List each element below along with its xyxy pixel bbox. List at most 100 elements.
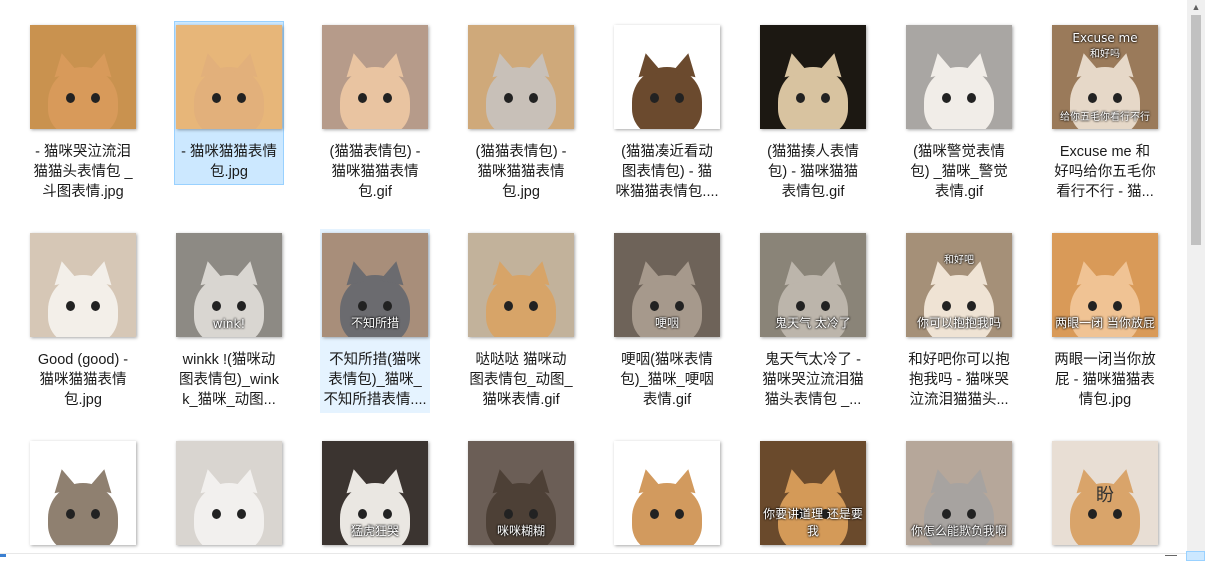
image-thumbnail bbox=[906, 25, 1012, 129]
file-item[interactable]: (猫咪警觉表情包) _猫咪_警觉表情.gif bbox=[904, 21, 1014, 205]
image-thumbnail: 你要讲道理 还是要我 bbox=[760, 441, 866, 545]
file-item[interactable]: 哽咽哽咽(猫咪表情包)_猫咪_哽咽表情.gif bbox=[612, 229, 722, 413]
thumbnail-caption: 猛虎狂哭 bbox=[350, 524, 399, 538]
thumbnail-frame bbox=[759, 22, 867, 132]
thumbnail-caption: wink! bbox=[212, 317, 246, 331]
thumbnail-frame: 盼 bbox=[1051, 438, 1159, 548]
status-indicator bbox=[0, 554, 6, 557]
cat-picture bbox=[632, 67, 702, 129]
scrollbar-thumb[interactable] bbox=[1191, 15, 1201, 245]
image-thumbnail bbox=[322, 25, 428, 129]
thumbnail-frame bbox=[175, 22, 283, 132]
cat-picture bbox=[924, 67, 994, 129]
file-name: - 猫咪哭泣流泪猫猫头表情包 _斗图表情.jpg bbox=[33, 144, 133, 200]
file-item[interactable]: 两眼一闭 当你放屁 两眼一闭当你放屁 - 猫咪猫猫表情包.jpg bbox=[1050, 229, 1160, 413]
file-name: (猫猫表情包) - 猫咪猫猫表情包.gif bbox=[329, 144, 421, 200]
image-thumbnail: 猛虎狂哭 bbox=[322, 441, 428, 545]
large-icons-view-icon[interactable] bbox=[1186, 551, 1205, 561]
image-thumbnail bbox=[468, 25, 574, 129]
file-name: (猫咪警觉表情包) _猫咪_警觉表情.gif bbox=[910, 144, 1008, 200]
file-list-view[interactable]: - 猫咪哭泣流泪猫猫头表情包 _斗图表情.jpg - 猫咪猫猫表情包.jpg (猫猫… bbox=[0, 0, 1187, 561]
thumbnail-frame: 你怎么能欺负我啊 bbox=[905, 438, 1013, 548]
file-item[interactable]: 鬼天气 太冷了 鬼天气太冷了 - 猫咪哭泣流泪猫猫头表情包 _... bbox=[758, 229, 868, 413]
file-item[interactable]: Good (good) - 猫咪猫猫表情包.jpg bbox=[28, 229, 138, 413]
thumbnail-frame: 你可以抱抱我吗 和好吧 bbox=[905, 230, 1013, 340]
thumbnail-caption: 和好吗 bbox=[1090, 49, 1120, 60]
thumbnail-frame bbox=[467, 22, 575, 132]
thumbnail-frame: 咪咪糊糊 bbox=[467, 438, 575, 548]
thumbnail-frame bbox=[613, 438, 721, 548]
file-name: Good (good) - 猫咪猫猫表情包.jpg bbox=[37, 352, 129, 408]
cat-picture bbox=[340, 67, 410, 129]
file-name: 和好吧你可以抱抱我吗 - 猫咪哭泣流泪猫猫头... bbox=[908, 352, 1010, 408]
cat-picture bbox=[194, 67, 264, 129]
thumbnail-frame: 不知所措 bbox=[321, 230, 429, 340]
file-item[interactable]: (猫猫表情包) - 猫咪猫猫表情包.jpg bbox=[466, 21, 576, 205]
image-thumbnail: 盼 bbox=[1052, 441, 1158, 545]
cat-picture bbox=[48, 67, 118, 129]
scroll-up-arrow-icon[interactable]: ▲ bbox=[1187, 0, 1205, 14]
thumbnail-caption: 两眼一闭 当你放屁 bbox=[1055, 316, 1155, 330]
image-thumbnail bbox=[30, 441, 136, 545]
cat-picture bbox=[48, 483, 118, 545]
cat-picture bbox=[778, 67, 848, 129]
file-name: (猫猫揍人表情包) - 猫咪猫猫表情包.gif bbox=[767, 144, 859, 200]
thumbnail-caption: 你要讲道理 还是要我 bbox=[763, 507, 863, 538]
image-thumbnail: 哽咽 bbox=[614, 233, 720, 337]
file-item[interactable]: 你怎么能欺负我啊 bbox=[904, 437, 1014, 561]
image-thumbnail bbox=[760, 25, 866, 129]
thumbnail-frame bbox=[29, 230, 137, 340]
thumbnail-caption: Excuse me bbox=[1072, 31, 1138, 45]
file-item[interactable]: 猛虎狂哭 bbox=[320, 437, 430, 561]
file-item[interactable]: 咪咪糊糊 bbox=[466, 437, 576, 561]
file-item[interactable]: (猫猫凑近看动图表情包) - 猫咪猫猫表情包.... bbox=[612, 21, 722, 205]
file-name: (猫猫凑近看动图表情包) - 猫咪猫猫表情包.... bbox=[615, 144, 719, 200]
file-item[interactable]: 盼 bbox=[1050, 437, 1160, 561]
image-thumbnail: Excuse me 和好吗给你五毛你看行不行 bbox=[1052, 25, 1158, 129]
file-item[interactable]: 你要讲道理 还是要我 bbox=[758, 437, 868, 561]
vertical-scrollbar[interactable]: ▲ ▼ bbox=[1187, 0, 1205, 561]
file-name: winkk !(猫咪动图表情包)_winkk_猫咪_动图... bbox=[179, 352, 279, 408]
file-name: Excuse me 和好吗给你五毛你看行不行 - 猫... bbox=[1054, 144, 1156, 200]
thumbnail-caption: 咪咪糊糊 bbox=[496, 524, 545, 538]
file-name: 哒哒哒 猫咪动图表情包_动图_猫咪表情.gif bbox=[469, 352, 573, 408]
image-thumbnail: 不知所措 bbox=[322, 233, 428, 337]
file-name: 哽咽(猫咪表情包)_猫咪_哽咽表情.gif bbox=[620, 352, 714, 408]
file-item[interactable]: - 猫咪哭泣流泪猫猫头表情包 _斗图表情.jpg bbox=[28, 21, 138, 205]
thumbnail-frame bbox=[175, 438, 283, 548]
thumbnail-caption: 你可以抱抱我吗 bbox=[916, 316, 1001, 330]
file-name: - 猫咪猫猫表情包.jpg bbox=[181, 144, 277, 180]
image-thumbnail: 咪咪糊糊 bbox=[468, 441, 574, 545]
thumbnail-frame bbox=[613, 22, 721, 132]
image-thumbnail bbox=[614, 441, 720, 545]
file-item[interactable]: wink! winkk !(猫咪动图表情包)_winkk_猫咪_动图... bbox=[174, 229, 284, 413]
file-item[interactable] bbox=[174, 437, 284, 561]
thumbnail-frame bbox=[321, 22, 429, 132]
file-item[interactable]: (猫猫表情包) - 猫咪猫猫表情包.gif bbox=[320, 21, 430, 205]
file-item[interactable] bbox=[612, 437, 722, 561]
file-item[interactable]: (猫猫揍人表情包) - 猫咪猫猫表情包.gif bbox=[758, 21, 868, 205]
cat-picture bbox=[486, 67, 556, 129]
file-item[interactable]: - 猫咪猫猫表情包.jpg bbox=[174, 21, 284, 185]
thumbnail-caption: 给你五毛你看行不行 bbox=[1060, 112, 1150, 123]
file-item[interactable]: 不知所措不知所措(猫咪表情包)_猫咪_不知所措表情.... bbox=[320, 229, 430, 413]
file-name: 不知所措(猫咪表情包)_猫咪_不知所措表情.... bbox=[323, 352, 427, 408]
image-thumbnail bbox=[30, 233, 136, 337]
thumbnail-frame: wink! bbox=[175, 230, 283, 340]
thumbnail-frame bbox=[905, 22, 1013, 132]
file-item[interactable]: Excuse me 和好吗 给你五毛你看行不行 Excuse me 和好吗给你五毛你看… bbox=[1050, 21, 1160, 205]
thumbnail-frame: 两眼一闭 当你放屁 bbox=[1051, 230, 1159, 340]
cat-picture bbox=[632, 483, 702, 545]
file-item[interactable] bbox=[28, 437, 138, 561]
thumbnail-frame: 猛虎狂哭 bbox=[321, 438, 429, 548]
image-thumbnail: 鬼天气 太冷了 bbox=[760, 233, 866, 337]
image-thumbnail bbox=[30, 25, 136, 129]
cat-picture bbox=[486, 275, 556, 337]
thumbnail-frame: Excuse me 和好吗给你五毛你看行不行 bbox=[1051, 22, 1159, 132]
image-thumbnail: 你怎么能欺负我啊 bbox=[906, 441, 1012, 545]
file-item[interactable]: 你可以抱抱我吗 和好吧和好吧你可以抱抱我吗 - 猫咪哭泣流泪猫猫头... bbox=[904, 229, 1014, 413]
image-thumbnail: wink! bbox=[176, 233, 282, 337]
thumbnail-caption: 不知所措 bbox=[350, 316, 399, 330]
file-item[interactable]: 哒哒哒 猫咪动图表情包_动图_猫咪表情.gif bbox=[466, 229, 576, 413]
thumbnail-frame: 鬼天气 太冷了 bbox=[759, 230, 867, 340]
